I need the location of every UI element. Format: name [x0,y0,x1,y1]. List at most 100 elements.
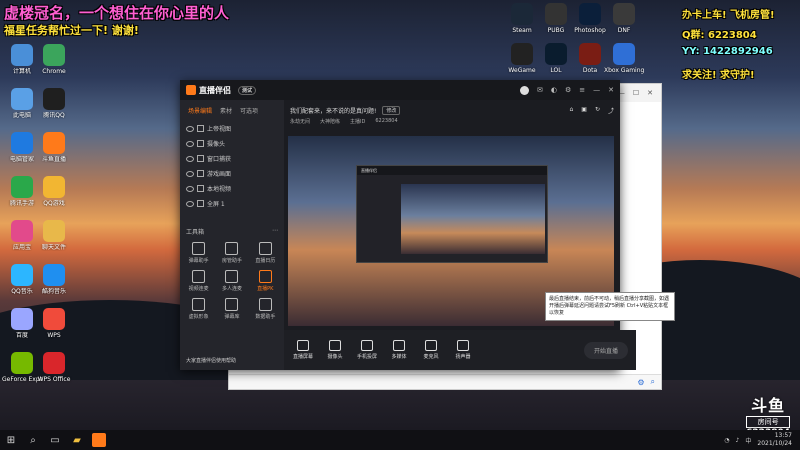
settings-icon[interactable]: ⚙ [565,86,571,94]
search-icon[interactable]: ⌕ [651,377,655,387]
tool-label: 弹幕库 [224,314,240,320]
source-label: 摄像头 [327,354,343,360]
shield-icon [11,132,33,154]
store-icon [11,220,33,242]
scene-tab[interactable]: 可选项 [240,106,258,115]
windows-start-icon[interactable]: ⊞ [0,430,22,450]
eye-icon[interactable] [186,125,194,132]
desktop-shortcut[interactable]: WPS Office [34,352,74,383]
desktop-shortcut[interactable]: QQ游戏 [34,176,74,207]
tool-label: 虚拟形象 [188,314,209,320]
desktop-shortcut[interactable]: Xbox Gaming [604,43,644,74]
eye-icon[interactable] [186,170,194,177]
source-button[interactable]: 手机投屏 [356,340,378,360]
menu-icon[interactable]: ≡ [579,86,585,94]
help-tip[interactable]: 大家直播伴侣使用帮助 [186,357,236,364]
pc-icon [11,88,33,110]
message-icon[interactable]: ✉ [537,86,543,94]
scene-tab[interactable]: 场景编辑 [188,106,212,115]
desktop-shortcut[interactable]: Chrome [34,44,74,75]
tool-button[interactable]: 直播PK [249,270,282,292]
scene-item[interactable]: 游戏画面 [180,166,284,181]
close-icon[interactable]: ✕ [647,89,653,97]
eye-icon[interactable] [186,155,194,162]
share-icon[interactable]: ⤴ [608,106,614,115]
skin-icon[interactable]: ◐ [551,86,557,94]
desktop-shortcut[interactable]: 腾讯QQ [34,88,74,119]
scene-item[interactable]: 全屏 1 [180,196,284,211]
edit-title-button[interactable]: 修改 [382,106,401,115]
tool-label: 多人连麦 [221,286,242,292]
lock-icon[interactable] [197,155,204,162]
tool-button[interactable]: 多人连麦 [215,270,248,292]
network-icon[interactable]: ◔ [724,437,729,444]
search-icon[interactable]: ⌕ [22,430,44,450]
lock-icon[interactable] [197,140,204,147]
desktop-shortcut[interactable]: 酷狗音乐 [34,264,74,295]
source-button[interactable]: 扬声器 [452,340,474,360]
scene-item[interactable]: 摄像头 [180,136,284,151]
source-button[interactable]: 多媒体 [388,340,410,360]
eye-icon[interactable] [186,200,194,207]
lock-icon[interactable] [197,125,204,132]
tool-icon [225,270,239,283]
scene-item[interactable]: 窗口捕获 [180,151,284,166]
tool-button[interactable]: 虚拟形象 [182,298,215,320]
desktop-shortcut[interactable]: 聊天文件 [34,220,74,251]
source-label: 扬声器 [455,354,471,360]
scene-item[interactable]: 上帝视图 [180,121,284,136]
explorer-icon[interactable]: ▰ [66,430,88,450]
source-icon [393,340,405,351]
source-icon [297,340,309,351]
avatar[interactable] [519,85,529,95]
room-title-row: 我们配套来，来不说的是真问题! 修改 ⌂ ▣ ↻ ⤴ [284,100,620,115]
close-icon[interactable]: ✕ [608,86,614,94]
browser-statusbar: ⚙ ⌕ [229,374,661,389]
eye-icon[interactable] [186,185,194,192]
tool-icon [258,270,272,283]
refresh-icon[interactable]: ↻ [595,106,600,115]
settings-icon[interactable]: ⚙ [637,378,644,387]
tool-icon [225,242,239,255]
scene-tab[interactable]: 素材 [220,106,232,115]
volume-icon[interactable]: ♪ [736,437,740,444]
tool-button[interactable]: 房管助手 [215,242,248,264]
scene-item[interactable]: 本地视频 [180,181,284,196]
layout-icon[interactable]: ▣ [581,106,587,115]
tool-button[interactable]: 弹幕库 [215,298,248,320]
desktop-shortcut[interactable]: 斗鱼直播 [34,132,74,163]
tool-button[interactable]: 弹幕助手 [182,242,215,264]
source-button[interactable]: 麦克风 [420,340,442,360]
tool-icon [225,298,239,311]
lock-icon[interactable]: ⌂ [569,106,573,115]
steam-icon [511,3,533,25]
overlay-banner-task: 福星任务帮忙过一下! 谢谢! [4,24,139,37]
source-label: 多媒体 [391,354,407,360]
douyu-taskbar-app[interactable] [88,430,110,450]
lock-icon[interactable] [197,170,204,177]
desktop-shortcut[interactable]: DNF [604,3,644,34]
task-view-icon[interactable]: ▭ [44,430,66,450]
source-button[interactable]: 摄像头 [324,340,346,360]
scene-item-label: 本地视频 [207,186,232,193]
desktop-shortcut[interactable]: WPS [34,308,74,339]
folder-icon [43,220,65,242]
minimize-icon[interactable]: — [593,86,600,94]
nested-capture-window: 直播伴侣 [356,165,548,263]
tool-button[interactable]: 视频连麦 [182,270,215,292]
douyu-logo-icon [186,85,196,95]
tool-icon [192,242,206,255]
lock-icon[interactable] [197,200,204,207]
room-info-item: 大神陪练 [320,119,341,125]
maximize-icon[interactable]: ☐ [633,89,639,97]
lock-icon[interactable] [197,185,204,192]
more-icon[interactable]: ⋯ [272,227,278,236]
tool-button[interactable]: 直播日历 [249,242,282,264]
ime-icon[interactable]: 中 [745,436,751,445]
source-button[interactable]: 直播屏幕 [292,340,314,360]
tool-button[interactable]: 数据助手 [249,298,282,320]
eye-icon[interactable] [186,140,194,147]
clock[interactable]: 13:57 2021/10/24 [757,432,792,448]
room-info-item: 6223804 [375,118,398,124]
start-live-button[interactable]: 开始直播 [583,341,628,359]
